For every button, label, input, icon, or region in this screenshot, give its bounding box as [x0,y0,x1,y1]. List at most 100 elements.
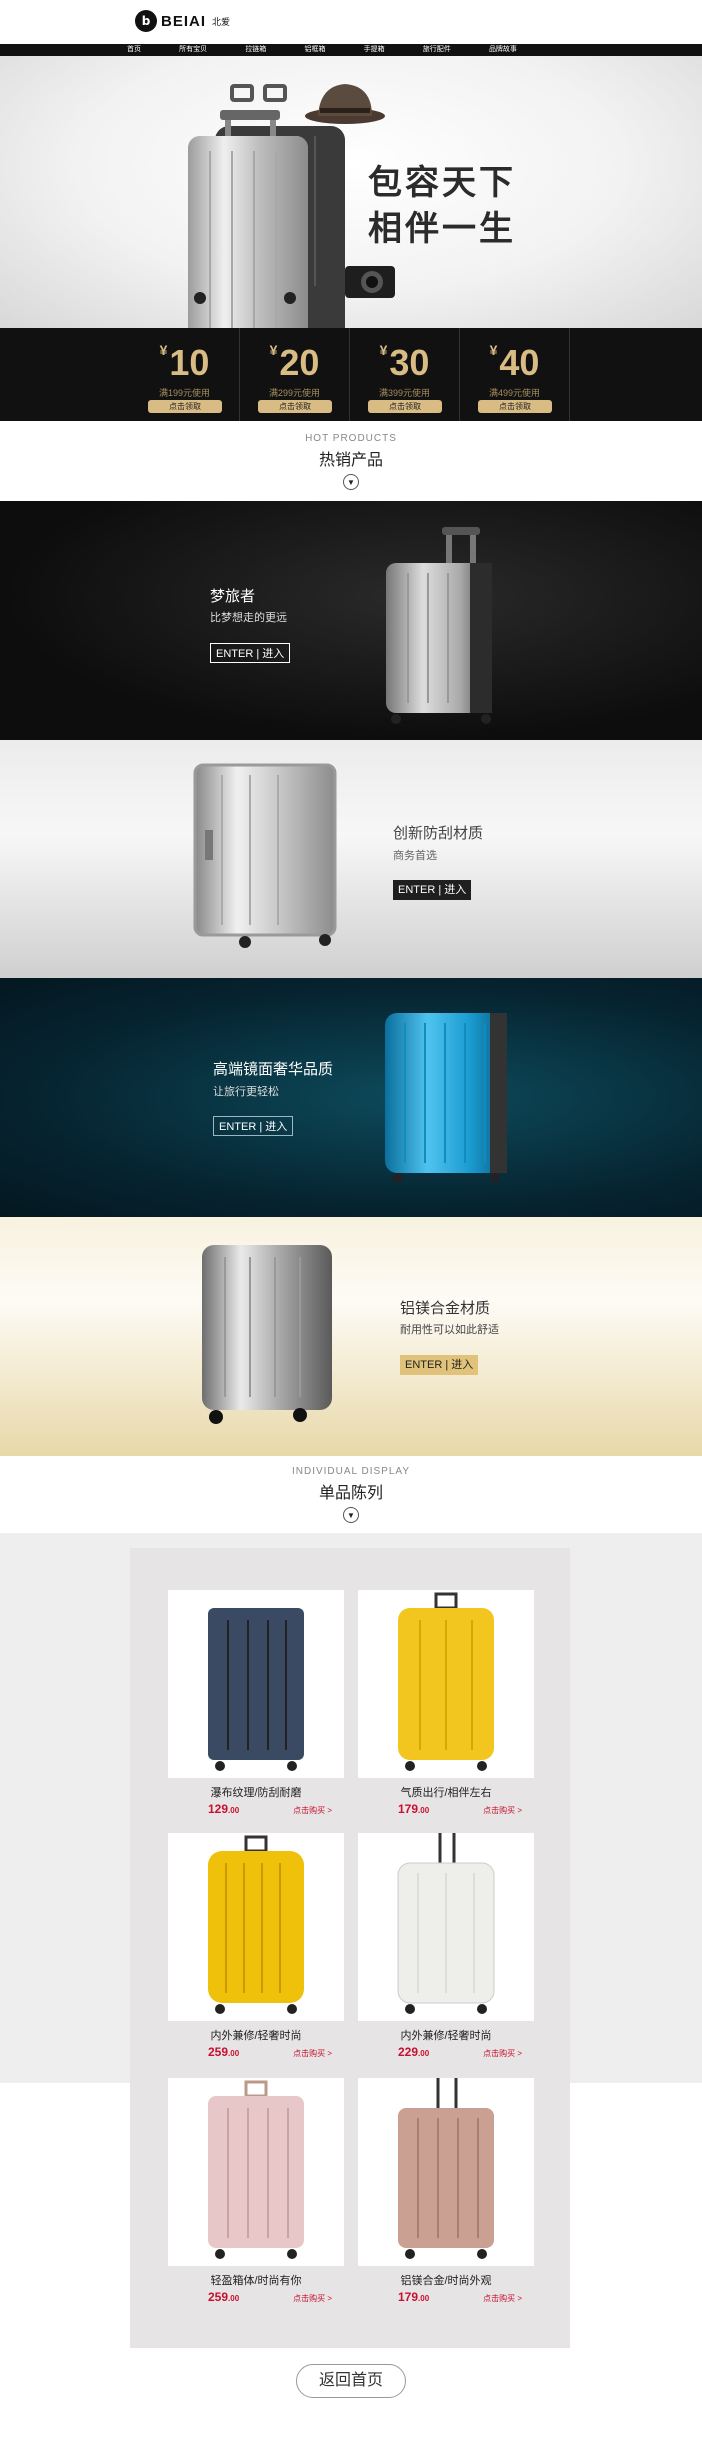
product-name: 气质出行/相伴左右 [400,1787,492,1799]
nav-item-accessories[interactable]: 旅行配件 [418,44,456,56]
product-image[interactable] [168,1833,344,2021]
coupon-claim-button[interactable]: 点击领取 [148,400,222,413]
header: b BEIAI 北爱 [0,0,702,42]
coupon-condition: 满499元使用 [488,388,541,398]
coupon-claim-button[interactable]: 点击领取 [478,400,552,413]
nav-item-handbag[interactable]: 手提箱 [359,44,390,56]
brand-logo[interactable]: b BEIAI 北爱 [135,10,230,32]
buy-link[interactable]: 点击购买 > [293,1805,332,1816]
go-label: 进入 [451,1359,474,1371]
buy-link[interactable]: 点击购买 > [293,2048,332,2059]
coupon-amount: ¥30 [379,342,430,383]
hero-line-2: 相伴一生 [368,209,516,249]
coupon-condition: 满399元使用 [378,388,431,398]
chrome-suitcase-image [202,1245,332,1424]
hero-suitcases-image [188,84,395,328]
nav-item-home[interactable]: 首页 [122,44,146,56]
banner-subtitle: 商务首选 [393,850,437,862]
aluminum-suitcase-image [193,763,337,948]
coupon-claim-button[interactable]: 点击领取 [368,400,442,413]
nav-item-aluminum[interactable]: 铝框箱 [299,44,330,56]
coupon-condition: 满199元使用 [158,388,211,398]
price-integer: 179 [398,2290,419,2304]
product-image[interactable] [358,1833,534,2021]
nav-item-all[interactable]: 所有宝贝 [174,44,212,56]
product-price: 259.00 [208,2290,239,2304]
coupon-40[interactable]: ¥40 满499元使用 点击领取 [460,328,570,421]
product-card[interactable]: 轻盈箱体/时尚有你 259.00 点击购买 > [168,2078,344,2304]
product-card[interactable]: 瀑布纹理/防刮耐磨 129.00 点击购买 > [168,1590,344,1816]
coupon-claim-button[interactable]: 点击领取 [258,400,332,413]
hero-banner: 包容天下 相伴一生 [0,56,702,328]
buy-link[interactable]: 点击购买 > [483,1805,522,1816]
product-name: 瀑布纹理/防刮耐磨 [210,1787,302,1799]
go-label: 进入 [444,884,467,896]
logo-sub: 北爱 [212,16,231,27]
chevron-down-icon[interactable]: ▼ [343,1507,359,1523]
banner-aluminum-alloy[interactable]: 铝镁合金材质 耐用性可以如此舒适 ENTER | 进入 [0,1217,702,1456]
product-image[interactable] [168,2078,344,2266]
coupon-condition: 满299元使用 [268,388,321,398]
hot-products-heading: HOT PRODUCTS 热销产品 ▼ [0,433,702,490]
blue-suitcase-image [385,1013,507,1183]
nav-item-story[interactable]: 品牌故事 [484,44,522,56]
buy-link[interactable]: 点击购买 > [293,2293,332,2304]
coupon-amount: ¥40 [489,342,540,383]
nav-item-zipper[interactable]: 拉链箱 [240,44,271,56]
price-decimal: .00 [228,1806,240,1815]
banner-title: 铝镁合金材质 [400,1300,491,1317]
price-decimal: .00 [228,2049,240,2058]
coupon-value: 40 [499,342,540,383]
enter-label: ENTER [398,884,436,896]
product-price: 259.00 [208,2045,239,2059]
banner-scratch-resistant[interactable]: 创新防刮材质 商务首选 ENTER | 进入 [0,740,702,979]
banner-enter-button[interactable]: ENTER | 进入 [400,1355,479,1375]
product-name: 内外兼修/轻奢时尚 [210,2030,302,2042]
enter-label: ENTER [405,1359,443,1371]
product-price: 129.00 [208,1802,239,1816]
product-image[interactable] [168,1590,344,1778]
product-price: 179.00 [398,1802,429,1816]
product-name: 铝镁合金/时尚外观 [400,2275,492,2287]
product-card[interactable]: 气质出行/相伴左右 179.00 点击购买 > [358,1590,534,1816]
product-price: 229.00 [398,2045,429,2059]
price-integer: 229 [398,2045,419,2059]
section-title-en: INDIVIDUAL DISPLAY [291,1466,411,1477]
buy-link[interactable]: 点击购买 > [483,2293,522,2304]
product-image[interactable] [358,2078,534,2266]
coupon-value: 20 [279,342,320,383]
price-integer: 129 [208,1802,229,1816]
coupon-30[interactable]: ¥30 满399元使用 点击领取 [350,328,460,421]
product-price: 179.00 [398,2290,429,2304]
section-title-cn: 热销产品 [318,452,383,469]
coupon-bar: ¥10 满199元使用 点击领取 ¥20 满299元使用 点击领取 ¥30 满3… [0,328,702,421]
banner-enter-button[interactable]: ENTER | 进入 [393,880,472,900]
price-decimal: .00 [228,2294,240,2303]
product-card[interactable]: 铝镁合金/时尚外观 179.00 点击购买 > [358,2078,534,2304]
price-decimal: .00 [418,2049,430,2058]
coupon-20[interactable]: ¥20 满299元使用 点击领取 [240,328,350,421]
coupon-value: 10 [169,342,210,383]
coupon-10[interactable]: ¥10 满199元使用 点击领取 [130,328,240,421]
buy-link[interactable]: 点击购买 > [483,2048,522,2059]
coupon-amount: ¥10 [159,342,210,383]
price-integer: 259 [208,2290,229,2304]
nav-bar: 首页 所有宝贝 拉链箱 铝框箱 手提箱 旅行配件 品牌故事 [0,44,702,56]
section-title-en: HOT PRODUCTS [305,433,397,444]
banner-subtitle: 耐用性可以如此舒适 [400,1324,499,1336]
banner-dream-traveler[interactable]: 梦旅者 比梦想走的更远 ENTER | 进入 [0,501,702,740]
back-to-home-button[interactable]: 返回首页 [296,2364,406,2398]
product-card[interactable]: 内外兼修/轻奢时尚 259.00 点击购买 > [168,1833,344,2059]
chevron-down-icon[interactable]: ▼ [343,474,359,490]
product-card[interactable]: 内外兼修/轻奢时尚 229.00 点击购买 > [358,1833,534,2059]
banner-title: 创新防刮材质 [393,825,484,842]
price-decimal: .00 [418,2294,430,2303]
coupon-value: 30 [389,342,430,383]
logo-text: BEIAI [161,12,207,30]
product-image[interactable] [358,1590,534,1778]
product-name: 内外兼修/轻奢时尚 [400,2030,492,2042]
price-integer: 179 [398,1802,419,1816]
logo-icon: b [135,10,157,32]
silver-suitcase-image [386,527,492,724]
banner-mirror-luxury[interactable]: 高端镜面奢华品质 让旅行更轻松 ENTER | 进入 [0,978,702,1217]
